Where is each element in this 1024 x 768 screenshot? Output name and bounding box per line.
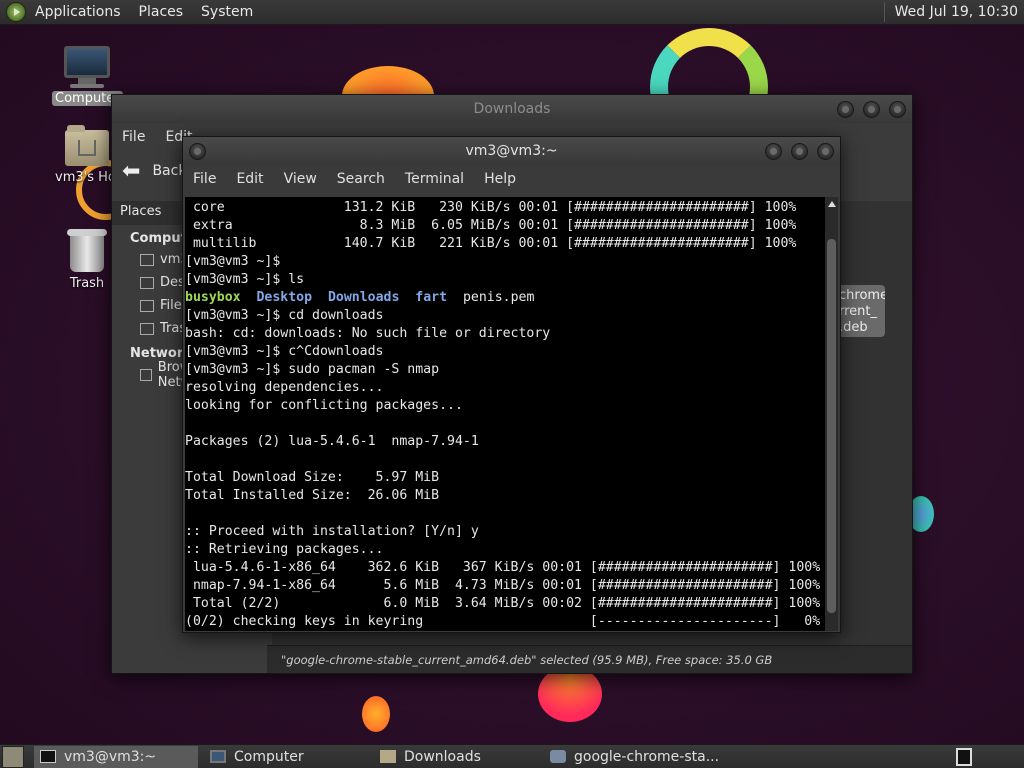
- window-title: Downloads: [473, 101, 551, 117]
- terminal-line: multilib 140.7 KiB 221 KiB/s 00:01 [####…: [185, 236, 797, 251]
- window-title: vm3@vm3:~: [465, 143, 558, 159]
- ls-entry: busybox: [185, 290, 241, 305]
- menu-file[interactable]: File: [183, 171, 226, 187]
- terminal-line: [vm3@vm3 ~]$: [185, 254, 281, 269]
- desktop-icon: [140, 276, 154, 289]
- taskbar-item-terminal[interactable]: vm3@vm3:~: [34, 745, 198, 768]
- menu-applications[interactable]: Applications: [26, 0, 130, 25]
- menu-view[interactable]: View: [274, 171, 327, 187]
- ls-entry: penis.pem: [462, 290, 535, 305]
- home-folder-icon: [65, 125, 109, 166]
- terminal-line: [vm3@vm3 ~]$ ls: [185, 272, 305, 287]
- terminal-menubar: File Edit View Search Terminal Help: [183, 165, 840, 193]
- terminal-line: Total (2/2) 6.0 MiB 3.64 MiB/s 00:02 [##…: [185, 596, 821, 611]
- back-arrow-icon[interactable]: ⬅: [122, 159, 140, 184]
- maximize-button[interactable]: [863, 101, 880, 118]
- taskbar-item-chrome-deb[interactable]: google-chrome-sta...: [544, 746, 744, 768]
- trash-icon: [67, 229, 107, 272]
- terminal-line: [vm3@vm3 ~]$ c^Cdownloads: [185, 344, 384, 359]
- terminal-line: :: Proceed with installation? [Y/n] y: [185, 524, 479, 539]
- ls-entry: Desktop: [256, 290, 313, 305]
- terminal-window[interactable]: vm3@vm3:~ File Edit View Search Terminal…: [182, 136, 841, 633]
- taskbar-item-downloads[interactable]: Downloads: [374, 746, 538, 768]
- window-menu-button[interactable]: [189, 143, 206, 160]
- clock[interactable]: Wed Jul 19, 10:30: [895, 4, 1024, 20]
- network-icon: [140, 368, 152, 381]
- ls-entry: Downloads: [327, 290, 400, 305]
- terminal-line: busybox Desktop Downloads fart penis.pem: [185, 289, 826, 307]
- file-manager-titlebar[interactable]: Downloads: [112, 95, 912, 123]
- menu-terminal[interactable]: Terminal: [395, 171, 474, 187]
- wallpaper-orange-drop: [362, 696, 390, 732]
- scroll-up-arrow-icon[interactable]: [828, 201, 836, 207]
- trash-icon: [140, 322, 154, 335]
- terminal-line: [vm3@vm3 ~]$ cd downloads: [185, 308, 384, 323]
- terminal-line: Packages (2) lua-5.4.6-1 nmap-7.94-1: [185, 434, 479, 449]
- terminal-line: (0/2) checking keys in keyring [--------…: [185, 614, 821, 629]
- bottom-panel: vm3@vm3:~ Computer Downloads google-chro…: [0, 744, 1024, 768]
- workspace-switcher[interactable]: [956, 747, 972, 766]
- terminal-line: extra 8.3 MiB 6.05 MiB/s 00:01 [########…: [185, 218, 797, 233]
- menu-help[interactable]: Help: [474, 171, 526, 187]
- scrollbar-thumb[interactable]: [827, 239, 836, 613]
- taskbar-item-computer[interactable]: Computer: [204, 746, 368, 768]
- terminal-screen[interactable]: core 131.2 KiB 230 KiB/s 00:01 [########…: [185, 197, 826, 631]
- terminal-line: Total Download Size: 5.97 MiB: [185, 470, 440, 485]
- show-desktop-button[interactable]: [2, 745, 24, 768]
- terminal-titlebar[interactable]: vm3@vm3:~: [183, 137, 840, 165]
- minimize-button[interactable]: [837, 101, 854, 118]
- home-icon: [140, 253, 154, 266]
- maximize-button[interactable]: [791, 143, 808, 160]
- menu-file[interactable]: File: [112, 129, 155, 145]
- menu-places[interactable]: Places: [130, 0, 193, 25]
- distro-logo-icon[interactable]: [6, 2, 26, 22]
- drive-icon: [140, 299, 154, 312]
- menu-search[interactable]: Search: [327, 171, 395, 187]
- terminal-icon: [40, 750, 56, 763]
- close-button[interactable]: [889, 101, 906, 118]
- terminal-line: core 131.2 KiB 230 KiB/s 00:01 [########…: [185, 200, 797, 215]
- minimize-button[interactable]: [765, 143, 782, 160]
- menu-edit[interactable]: Edit: [226, 171, 273, 187]
- terminal-line: looking for conflicting packages...: [185, 398, 463, 413]
- terminal-line: nmap-7.94-1-x86_64 5.6 MiB 4.73 MiB/s 00…: [185, 578, 821, 593]
- top-panel: Applications Places System Wed Jul 19, 1…: [0, 0, 1024, 25]
- terminal-line: resolving dependencies...: [185, 380, 384, 395]
- folder-icon: [380, 750, 396, 763]
- terminal-scrollbar[interactable]: [825, 197, 838, 631]
- wallpaper-red-blob: [538, 666, 602, 722]
- close-button[interactable]: [817, 143, 834, 160]
- menu-system[interactable]: System: [192, 0, 262, 25]
- terminal-line: [vm3@vm3 ~]$ sudo pacman -S nmap: [185, 362, 440, 377]
- file-manager-statusbar: "google-chrome-stable_current_amd64.deb"…: [267, 645, 912, 673]
- terminal-line: lua-5.4.6-1-x86_64 362.6 KiB 367 KiB/s 0…: [185, 560, 821, 575]
- terminal-line: :: Retrieving packages...: [185, 542, 384, 557]
- terminal-line: bash: cd: downloads: No such file or dir…: [185, 326, 551, 341]
- desktop-icon-label: Trash: [69, 276, 105, 291]
- file-item-chrome-deb[interactable]: chrome- rrent_ .deb: [837, 285, 885, 337]
- ls-entry: fart: [415, 290, 448, 305]
- computer-icon: [64, 46, 110, 78]
- package-icon: [550, 750, 566, 763]
- computer-icon: [210, 750, 226, 763]
- terminal-line: Total Installed Size: 26.06 MiB: [185, 488, 440, 503]
